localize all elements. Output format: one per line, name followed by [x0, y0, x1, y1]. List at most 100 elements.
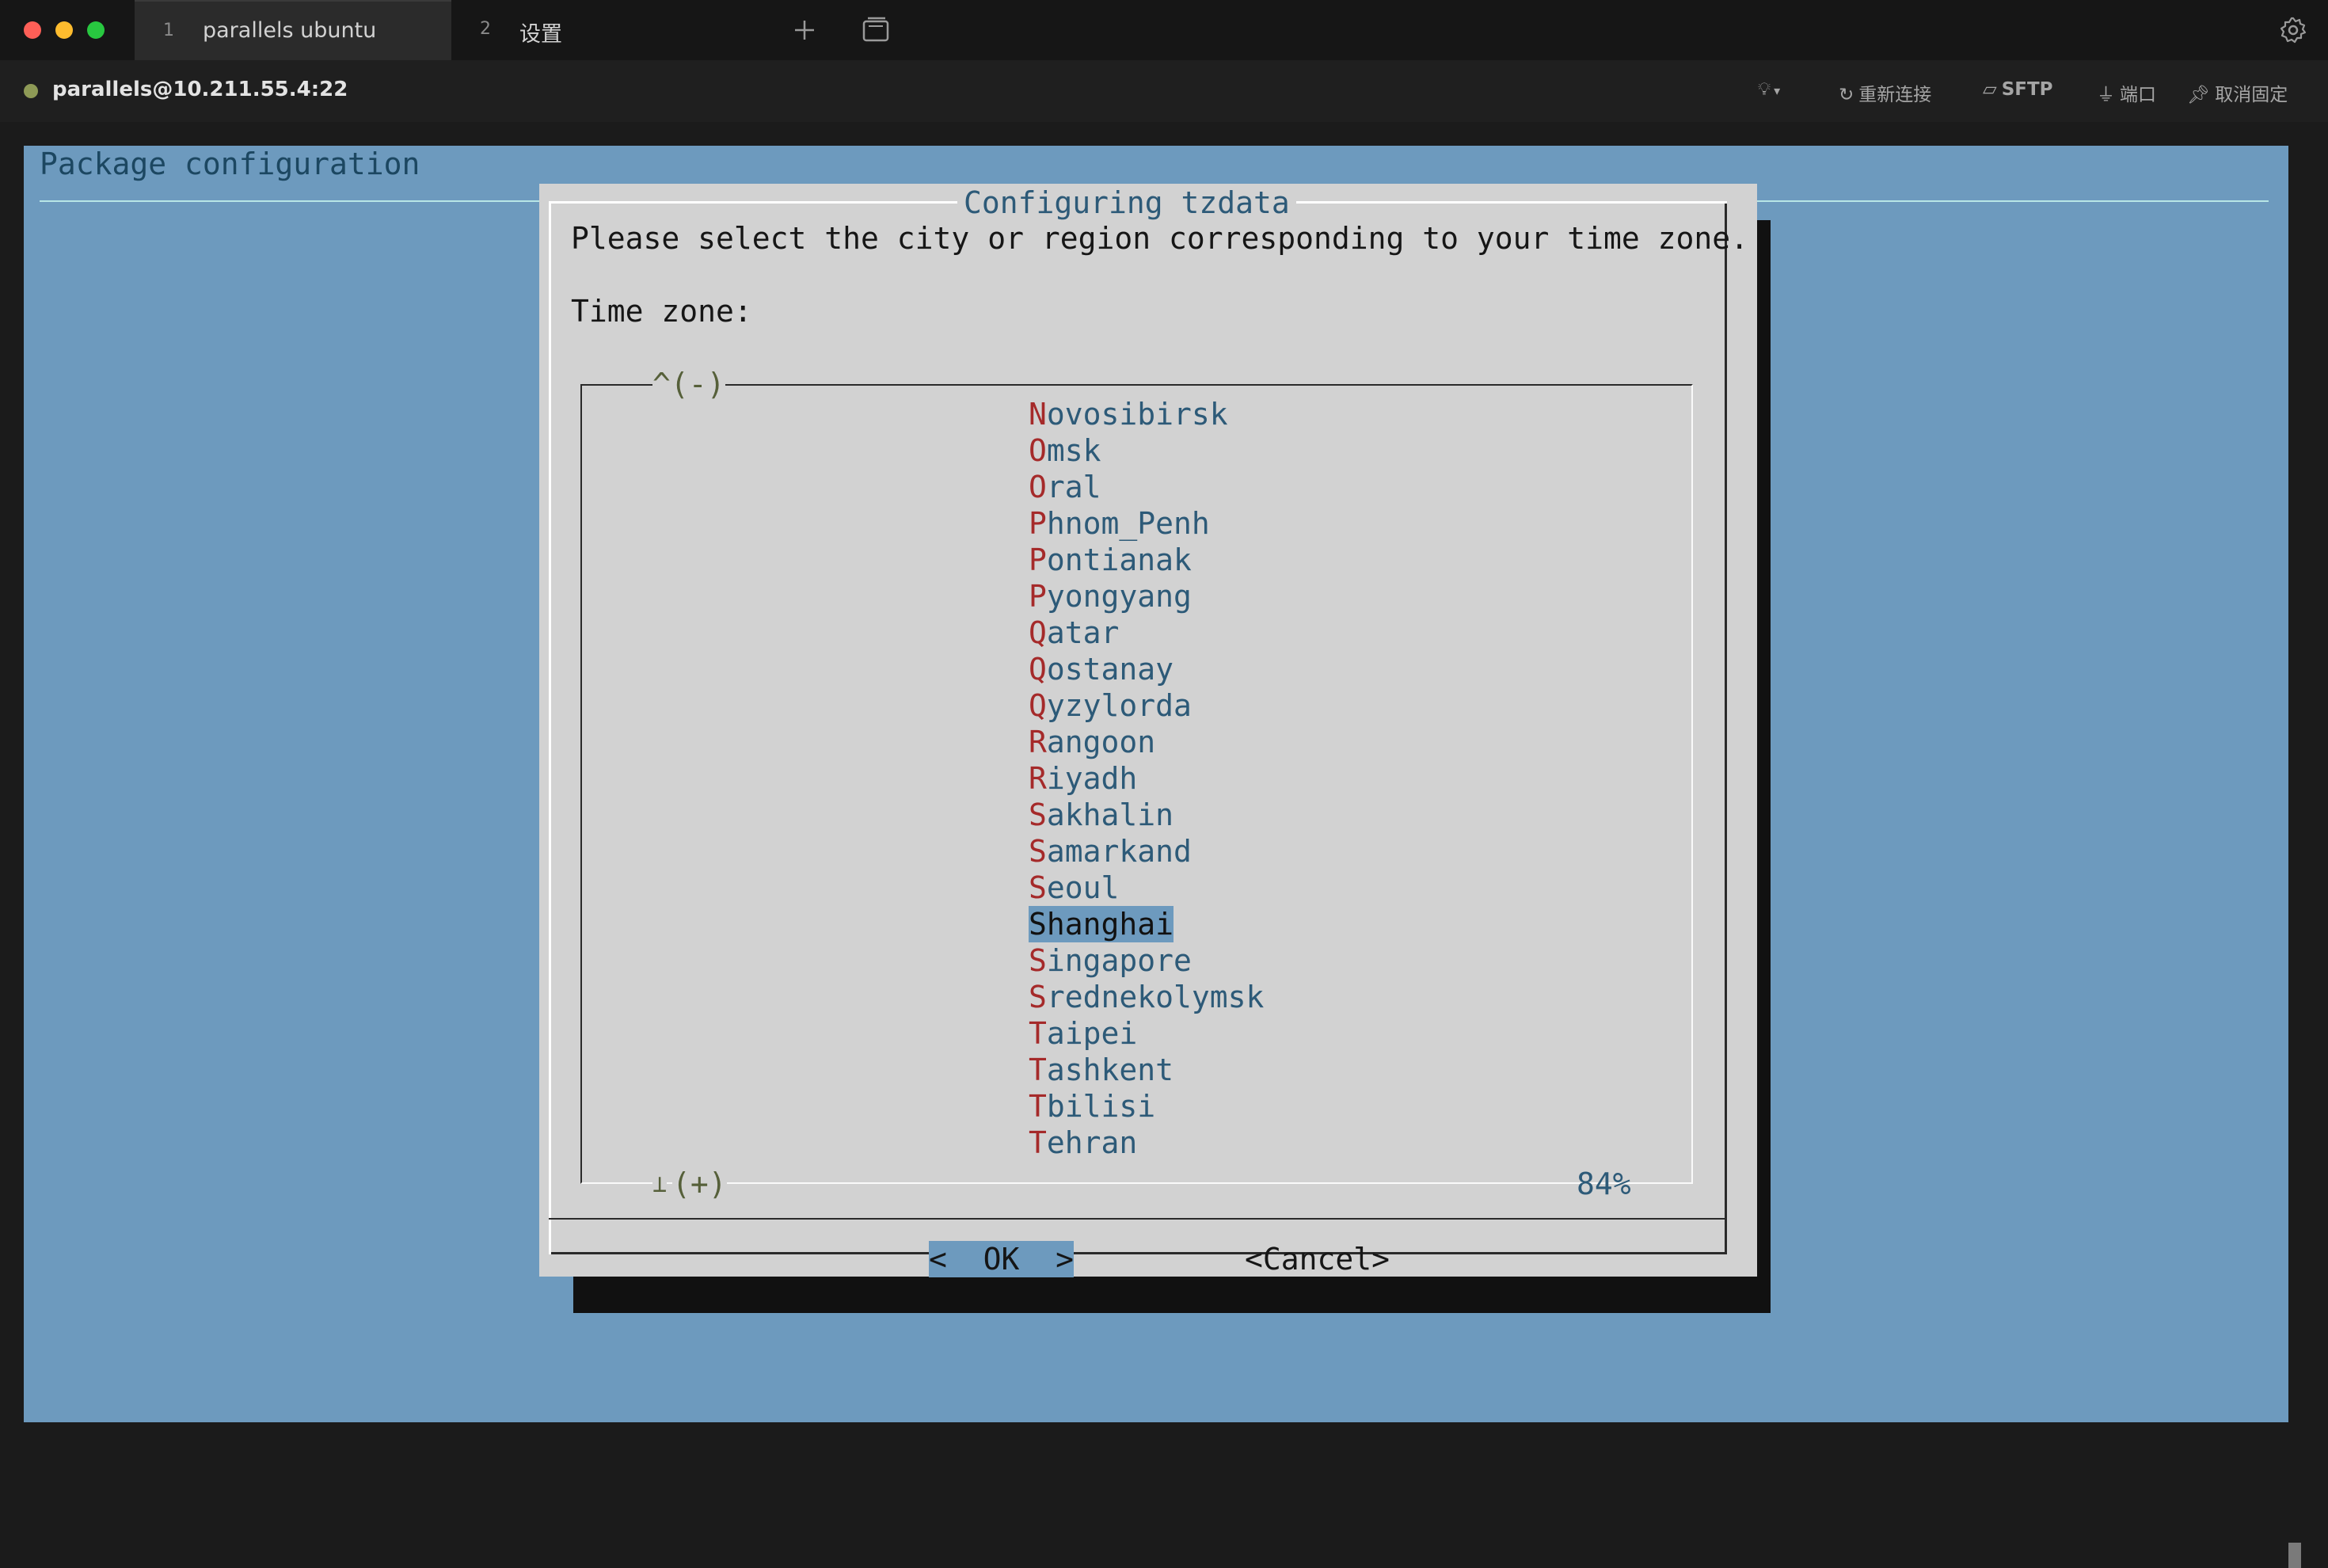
item-label: ostanay: [1046, 652, 1174, 687]
dialog-prompt: Please select the city or region corresp…: [571, 221, 1749, 256]
close-window-button[interactable]: [24, 21, 41, 39]
time-zone-item[interactable]: Qatar: [1029, 615, 1119, 651]
hotkey-letter: R: [1029, 725, 1047, 759]
port-label: 端口: [2120, 85, 2156, 105]
item-label: eoul: [1046, 870, 1120, 905]
folder-icon: ▱: [1983, 79, 1997, 100]
hotkey-letter: Q: [1029, 688, 1047, 723]
tab-number: 2: [480, 19, 491, 39]
terminal-scrollbar-thumb[interactable]: [2288, 1543, 2301, 1568]
time-zone-item[interactable]: Pyongyang: [1029, 578, 1192, 615]
sftp-button[interactable]: ▱ SFTP: [1983, 79, 2053, 100]
scroll-down-indicator: (+): [672, 1166, 727, 1202]
hotkey-letter: S: [1029, 870, 1047, 905]
port-button[interactable]: ⏚ 端口: [2097, 79, 2156, 106]
session-bar: parallels@10.211.55.4:22 💡︎ ▾ ↻ 重新连接 ▱ SFTP…: [0, 60, 2328, 122]
hotkey-letter: P: [1029, 579, 1047, 614]
hotkey-letter: T: [1029, 1016, 1047, 1051]
refresh-icon: ↻: [1839, 85, 1854, 105]
hotkey-letter: O: [1029, 433, 1047, 468]
time-zone-item[interactable]: Omsk: [1029, 432, 1101, 469]
connection-status-dot: [24, 84, 38, 98]
item-label: iyadh: [1046, 761, 1138, 796]
time-zone-item[interactable]: Seoul: [1029, 870, 1119, 906]
reconnect-button[interactable]: ↻ 重新连接: [1839, 79, 1931, 106]
hint-bulb-button[interactable]: 💡︎ ▾: [1758, 79, 1780, 100]
session-host: parallels@10.211.55.4:22: [52, 78, 348, 101]
scroll-percentage: 84%: [1577, 1166, 1631, 1201]
pin-icon: 📌︎: [2187, 85, 2211, 105]
gear-icon[interactable]: [2279, 16, 2307, 44]
tab-title: parallels ubuntu: [203, 18, 377, 43]
unpin-button[interactable]: 📌︎ 取消固定: [2187, 79, 2288, 106]
item-label: ontianak: [1046, 542, 1192, 577]
window-overview-icon[interactable]: [862, 17, 890, 44]
terminal-screen[interactable]: Package configuration Configuring tzdata…: [24, 146, 2301, 1568]
time-zone-item[interactable]: Oral: [1029, 469, 1101, 505]
item-label: aipei: [1046, 1016, 1138, 1051]
time-zone-item[interactable]: Singapore: [1029, 942, 1192, 979]
item-label: msk: [1046, 433, 1101, 468]
time-zone-label: Time zone:: [571, 294, 752, 329]
time-zone-item[interactable]: Qyzylorda: [1029, 687, 1192, 724]
tab-title: 设置: [519, 22, 562, 47]
hotkey-letter: T: [1029, 1089, 1047, 1124]
hotkey-letter: Q: [1029, 652, 1047, 687]
chevron-down-icon: ▾: [1774, 83, 1781, 98]
hotkey-letter: P: [1029, 506, 1047, 541]
time-zone-item[interactable]: Tbilisi: [1029, 1088, 1155, 1125]
item-label: yzylorda: [1046, 688, 1192, 723]
time-zone-item[interactable]: Tashkent: [1029, 1052, 1174, 1088]
minimize-window-button[interactable]: [55, 21, 73, 39]
time-zone-item-selected[interactable]: Shanghai: [1029, 906, 1174, 942]
item-label: bilisi: [1046, 1089, 1156, 1124]
item-label: yongyang: [1046, 579, 1192, 614]
cancel-button[interactable]: <Cancel>: [1245, 1241, 1390, 1277]
dialog-title: Configuring tzdata: [957, 185, 1296, 221]
hotkey-letter: N: [1029, 397, 1047, 432]
tab-settings[interactable]: 2 设置: [451, 0, 752, 60]
plug-icon: ⏚: [2097, 85, 2115, 105]
scroll-down-tick: ⊥: [652, 1166, 668, 1203]
tab-parallels-ubuntu[interactable]: 1 parallels ubuntu: [135, 0, 451, 60]
item-label: rednekolymsk: [1046, 980, 1265, 1014]
tab-number: 1: [163, 21, 174, 40]
time-zone-item[interactable]: Sakhalin: [1029, 797, 1174, 833]
plus-icon[interactable]: [792, 17, 817, 43]
time-zone-item[interactable]: Phnom_Penh: [1029, 505, 1210, 542]
item-label: ingapore: [1046, 943, 1192, 978]
hotkey-letter: S: [1029, 797, 1047, 832]
hotkey-letter: S: [1029, 980, 1047, 1014]
button-separator: [549, 1218, 1727, 1220]
item-label: ashkent: [1046, 1052, 1174, 1087]
hotkey-letter: O: [1029, 470, 1047, 504]
hotkey-letter: S: [1029, 907, 1047, 942]
time-zone-item[interactable]: Novosibirsk: [1029, 396, 1228, 432]
zoom-window-button[interactable]: [87, 21, 105, 39]
item-label: ehran: [1046, 1125, 1138, 1160]
item-label: ovosibirsk: [1046, 397, 1228, 432]
item-label: hanghai: [1046, 907, 1174, 942]
hotkey-letter: S: [1029, 943, 1047, 978]
scroll-up-indicator: ^(-): [652, 366, 725, 402]
hotkey-letter: T: [1029, 1052, 1047, 1087]
item-label: ral: [1046, 470, 1101, 504]
time-zone-item[interactable]: Taipei: [1029, 1015, 1137, 1052]
time-zone-item[interactable]: Riyadh: [1029, 760, 1137, 797]
item-label: hnom_Penh: [1046, 506, 1210, 541]
unpin-label: 取消固定: [2215, 85, 2288, 105]
time-zone-item[interactable]: Samarkand: [1029, 833, 1192, 870]
package-configuration-header: Package configuration: [40, 147, 420, 181]
time-zone-item[interactable]: Qostanay: [1029, 651, 1174, 687]
ok-button[interactable]: < OK >: [929, 1241, 1075, 1277]
hotkey-letter: S: [1029, 834, 1047, 869]
title-bar: 1 parallels ubuntu 2 设置: [0, 0, 2328, 60]
hotkey-letter: P: [1029, 542, 1047, 577]
dialog-frame-left: [549, 201, 551, 1254]
time-zone-item[interactable]: Pontianak: [1029, 542, 1192, 578]
time-zone-item[interactable]: Tehran: [1029, 1125, 1137, 1161]
time-zone-item[interactable]: Rangoon: [1029, 724, 1155, 760]
item-label: angoon: [1046, 725, 1156, 759]
time-zone-item[interactable]: Srednekolymsk: [1029, 979, 1264, 1015]
item-label: akhalin: [1046, 797, 1174, 832]
